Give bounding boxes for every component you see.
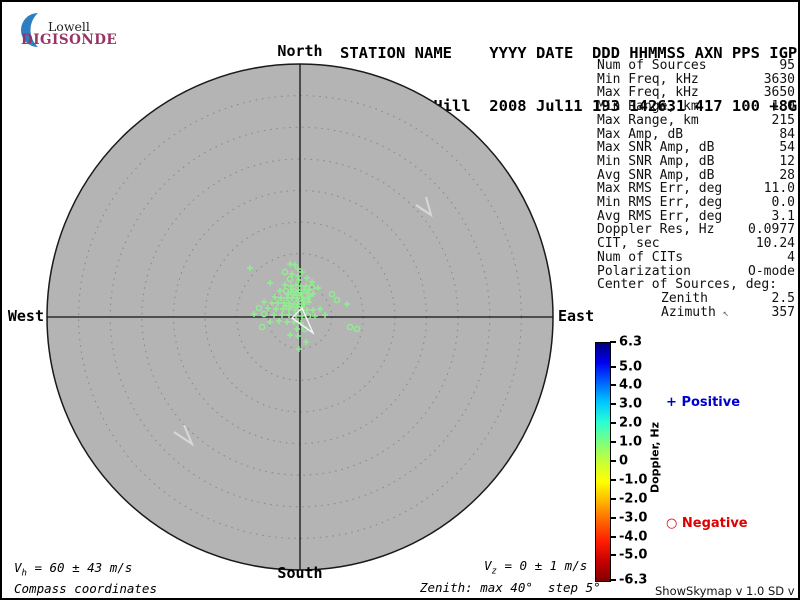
plus-symbol-icon: + <box>666 395 677 410</box>
vertical-velocity-readout: Vz = 0 ± 1 m/s <box>484 558 587 577</box>
colorbar-tick <box>610 460 616 462</box>
colorbar-tick <box>610 422 616 424</box>
colorbar-tick <box>610 479 616 481</box>
colorbar-tick-label: -3.0 <box>619 510 647 525</box>
horizontal-velocity-readout: Vh = 60 ± 43 m/s <box>14 560 132 579</box>
colorbar-tick <box>610 498 616 500</box>
colorbar-tick-label: 2.0 <box>619 416 642 431</box>
colorbar-tick-label: 4.0 <box>619 378 642 393</box>
compass-label-north: North <box>270 42 330 60</box>
colorbar-tick-label: 6.3 <box>619 335 642 350</box>
colorbar-tick-label: -2.0 <box>619 491 647 506</box>
doppler-colorbar: Doppler, Hz 6.3 5.0 4.0 3.0 2.0 1.0 0 -1.0 -2.0 -… <box>595 330 705 595</box>
colorbar-tick <box>610 366 616 368</box>
showskymap-window: Lowell DIGISONDE STATION NAME YYYY DATE … <box>0 0 800 600</box>
legend-positive: + Positive <box>666 395 740 410</box>
colorbar-tick <box>610 554 616 556</box>
legend-negative: ○ Negative <box>666 516 748 531</box>
colorbar-tick-label: 3.0 <box>619 397 642 412</box>
colorbar-axis-label: Doppler, Hz <box>649 408 662 508</box>
program-version: ShowSkymap v 1.0 SD v 4.2 <box>655 584 798 600</box>
colorbar-tick <box>610 517 616 519</box>
colorbar-tick <box>610 403 616 405</box>
colorbar-tick <box>610 441 616 443</box>
circle-symbol-icon: ○ <box>666 516 677 531</box>
legend-negative-label: Negative <box>682 516 748 531</box>
colorbar-tick-label: 0 <box>619 454 628 469</box>
compass-label-east: East <box>558 307 594 325</box>
colorbar-tick-label: 1.0 <box>619 435 642 450</box>
colorbar-tick-label: 5.0 <box>619 359 642 374</box>
colorbar-tick <box>610 579 616 581</box>
coordinate-system-note: Compass coordinates <box>14 581 157 596</box>
colorbar-tick-label: -6.3 <box>619 573 647 588</box>
colorbar-tick-label: -5.0 <box>619 548 647 563</box>
colorbar-tick <box>610 536 616 538</box>
colorbar-gradient <box>595 342 611 582</box>
zenith-range-note: Zenith: max 40° step 5° <box>420 580 601 595</box>
legend-positive-label: Positive <box>681 395 740 410</box>
colorbar-tick <box>610 384 616 386</box>
colorbar-tick <box>610 341 616 343</box>
colorbar-tick-label: -4.0 <box>619 529 647 544</box>
compass-label-south: South <box>270 564 330 582</box>
compass-label-west: West <box>6 307 44 325</box>
colorbar-tick-label: -1.0 <box>619 472 647 487</box>
